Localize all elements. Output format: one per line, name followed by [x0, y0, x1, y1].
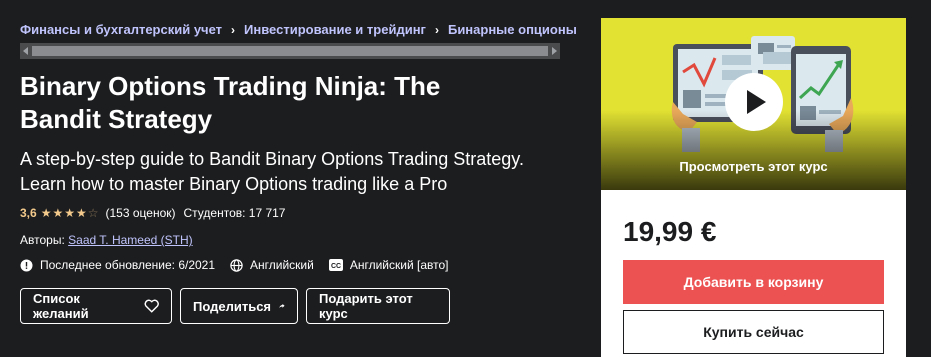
captions: CC Английский [авто]	[328, 258, 449, 272]
author-link[interactable]: Saad T. Hameed (STH)	[68, 233, 193, 247]
play-button[interactable]	[725, 73, 783, 131]
breadcrumb-item-binary-options[interactable]: Бинарные опционы	[448, 22, 577, 37]
gift-course-button[interactable]: Подарить этот курс	[306, 288, 450, 324]
star-rating: ★ ★ ★ ★ ☆	[41, 206, 100, 220]
horizontal-scrollbar[interactable]	[20, 43, 560, 59]
captions-text: Английский [авто]	[349, 258, 449, 272]
share-label: Поделиться	[193, 298, 272, 314]
chevron-right-icon: ›	[231, 22, 236, 37]
scrollbar-thumb[interactable]	[32, 46, 548, 56]
course-preview[interactable]: Просмотреть этот курс	[601, 18, 906, 190]
heart-icon	[144, 299, 159, 313]
purchase-sidebar: Просмотреть этот курс 19,99 € Добавить в…	[601, 18, 906, 357]
students-count: Студентов: 17 717	[183, 206, 286, 220]
course-title: Binary Options Trading Ninja: The Bandit…	[20, 71, 441, 134]
breadcrumb-item-investing[interactable]: Инвестирование и трейдинг	[244, 22, 426, 37]
buy-now-button[interactable]: Купить сейчас	[623, 310, 884, 354]
alert-badge-icon	[20, 259, 33, 271]
language: Английский	[230, 258, 314, 272]
last-updated-text: Последнее обновление: 6/2021	[40, 258, 216, 272]
star-empty-icon: ☆	[87, 206, 99, 220]
gift-course-label: Подарить этот курс	[319, 291, 413, 321]
share-arrow-icon	[279, 303, 285, 309]
scroll-left-arrow-icon[interactable]	[23, 47, 28, 55]
play-icon	[747, 90, 766, 114]
globe-icon	[230, 258, 243, 272]
share-button[interactable]: Поделиться	[180, 288, 298, 324]
chevron-right-icon: ›	[434, 22, 439, 37]
star-half-icon: ★	[75, 206, 87, 220]
star-icon: ★	[52, 206, 64, 220]
closed-captions-icon: CC	[328, 259, 343, 271]
star-icon: ★	[64, 206, 75, 220]
reviews-count[interactable]: (153 оценок)	[106, 206, 176, 220]
wishlist-label: Список желаний	[33, 291, 89, 321]
authors-label: Авторы:	[20, 233, 65, 247]
authors-row: Авторы: Saad T. Hameed (STH)	[20, 233, 193, 247]
breadcrumb-item-finance[interactable]: Финансы и бухгалтерский учет	[20, 22, 222, 37]
preview-label[interactable]: Просмотреть этот курс	[601, 159, 906, 174]
add-to-cart-button[interactable]: Добавить в корзину	[623, 260, 884, 304]
star-icon: ★	[40, 206, 52, 220]
scroll-right-arrow-icon[interactable]	[552, 47, 557, 55]
course-subtitle: A step-by-step guide to Bandit Binary Op…	[20, 149, 524, 194]
closed-captions-icon-text: CC	[331, 263, 341, 270]
action-buttons: Список желаний Поделиться Подарить этот …	[20, 288, 458, 324]
rating-row: 3,6 ★ ★ ★ ★ ☆ (153 оценок) Студентов: 17…	[20, 206, 285, 220]
breadcrumb: Финансы и бухгалтерский учет › Инвестиро…	[20, 22, 577, 37]
rating-value: 3,6	[20, 206, 37, 220]
course-price: 19,99 €	[623, 216, 717, 247]
last-updated: Последнее обновление: 6/2021	[20, 258, 215, 272]
wishlist-button[interactable]: Список желаний	[20, 288, 172, 324]
course-meta: Последнее обновление: 6/2021 Английский …	[20, 258, 463, 272]
language-text: Английский	[250, 258, 314, 272]
